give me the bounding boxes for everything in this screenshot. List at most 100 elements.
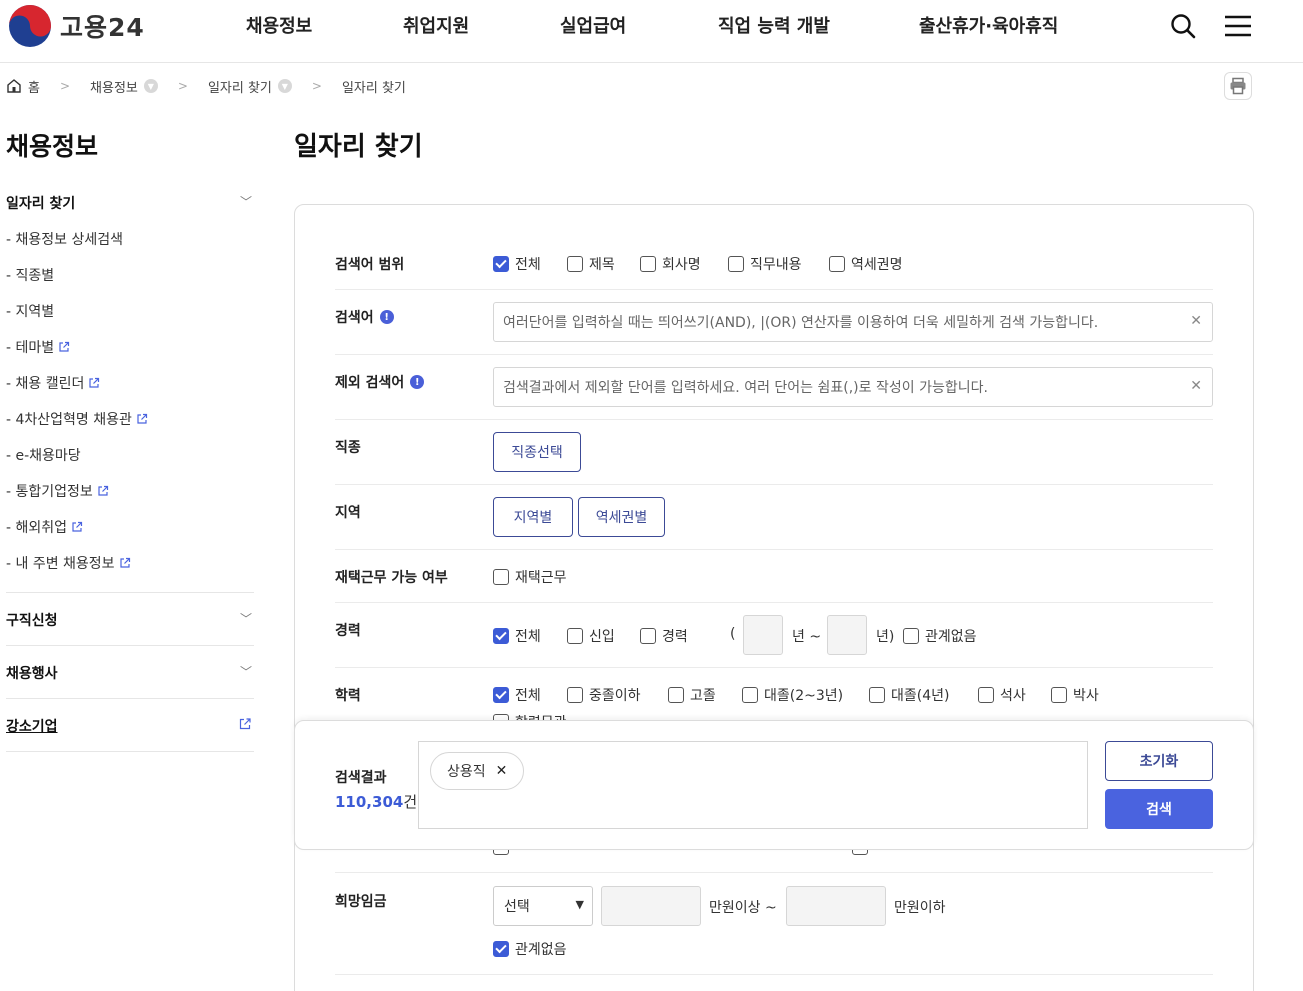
remote-work-checkbox[interactable]: 재택근무 <box>493 567 567 587</box>
checkbox-checked[interactable] <box>493 256 509 272</box>
checkbox[interactable] <box>567 628 583 644</box>
edu-university-checkbox[interactable]: 대졸(4년) <box>869 685 949 705</box>
career-any-checkbox[interactable]: 관계없음 <box>903 626 977 646</box>
filter-chip[interactable]: 상용직 ✕ <box>430 752 525 790</box>
nav-parental-leave[interactable]: 출산휴가·육아휴직 <box>919 12 1058 38</box>
salary-max-input[interactable] <box>786 886 886 926</box>
edu-college-checkbox[interactable]: 대졸(2~3년) <box>742 685 843 705</box>
search-button[interactable]: 검색 <box>1105 789 1213 829</box>
region-button[interactable]: 지역별 <box>493 497 573 537</box>
breadcrumb-home[interactable]: 홈 <box>6 77 40 96</box>
scope-all-checkbox[interactable]: 전체 <box>493 254 541 274</box>
salary-any-checkbox[interactable]: 관계없음 <box>493 939 567 959</box>
scope-station-checkbox[interactable]: 역세권명 <box>829 254 903 274</box>
checkbox[interactable] <box>567 256 583 272</box>
sidebar-section-find-jobs[interactable]: 일자리 찾기 ﹀ <box>6 193 254 213</box>
edu-high-checkbox[interactable]: 고졸 <box>668 685 716 705</box>
career-all-checkbox[interactable]: 전체 <box>493 626 541 646</box>
nav-unemployment-benefit[interactable]: 실업급여 <box>560 12 626 38</box>
checkbox-checked[interactable] <box>493 941 509 957</box>
search-icon[interactable] <box>1169 12 1197 40</box>
salary-min-input[interactable] <box>601 886 701 926</box>
checkbox[interactable] <box>567 687 583 703</box>
edu-middle-checkbox[interactable]: 중졸이하 <box>567 685 641 705</box>
print-button[interactable] <box>1224 72 1252 100</box>
career-year-from-input[interactable] <box>743 615 783 655</box>
sidebar-item-by-theme[interactable]: - 테마별 <box>6 337 70 357</box>
checkbox-label: 관계없음 <box>925 629 977 645</box>
scope-duty-checkbox[interactable]: 직무내용 <box>728 254 802 274</box>
checkbox[interactable] <box>978 687 994 703</box>
checkbox[interactable] <box>869 687 885 703</box>
info-icon[interactable]: ! <box>379 310 394 324</box>
divider <box>335 484 1213 485</box>
sidebar-item-company-info[interactable]: - 통합기업정보 <box>6 481 109 501</box>
breadcrumb-item-jobs[interactable]: 채용정보 ▼ <box>90 77 158 96</box>
checkbox[interactable] <box>668 687 684 703</box>
edu-all-checkbox[interactable]: 전체 <box>493 685 541 705</box>
breadcrumb-label: 일자리 찾기 <box>341 80 406 96</box>
exclude-keyword-input[interactable]: 검색결과에서 제외할 단어를 입력하세요. 여러 단어는 쉼표(,)로 작성이 … <box>493 367 1213 407</box>
career-new-checkbox[interactable]: 신입 <box>567 626 615 646</box>
clear-icon[interactable]: ✕ <box>1190 313 1202 329</box>
edu-any-checkbox-partial[interactable]: 학력무관 <box>493 712 613 720</box>
chevron-down-icon[interactable]: ▼ <box>143 79 158 93</box>
checkbox[interactable] <box>742 687 758 703</box>
scope-title-checkbox[interactable]: 제목 <box>567 254 615 274</box>
sidebar-item-nearby[interactable]: - 내 주변 채용정보 <box>6 553 131 573</box>
checkbox-checked[interactable] <box>493 687 509 703</box>
chevron-down-icon[interactable]: ▼ <box>277 79 292 93</box>
info-icon[interactable]: ! <box>410 375 425 389</box>
checkbox[interactable] <box>640 256 656 272</box>
nav-employment-support[interactable]: 취업지원 <box>403 12 469 38</box>
sidebar-item-by-occupation[interactable]: - 직종별 <box>6 265 54 285</box>
sidebar-item-detail-search[interactable]: - 채용정보 상세검색 <box>6 229 123 249</box>
sidebar-item-label: - 통합기업정보 <box>6 484 93 500</box>
sidebar-item-calendar[interactable]: - 채용 캘린더 <box>6 373 100 393</box>
checkbox[interactable] <box>493 569 509 585</box>
sidebar-section-strong-companies[interactable]: 강소기업 <box>6 716 254 736</box>
checkbox-label: 재택근무 <box>515 570 567 586</box>
checkbox[interactable] <box>829 256 845 272</box>
sidebar-item-label: - 테마별 <box>6 340 55 356</box>
clear-icon[interactable]: ✕ <box>1190 378 1202 394</box>
menu-icon[interactable] <box>1224 12 1252 40</box>
chevron-right-icon: > <box>59 79 71 93</box>
reset-button[interactable]: 초기화 <box>1105 741 1213 781</box>
region-label: 지역 <box>335 502 361 522</box>
sidebar-item-label: - e-채용마당 <box>6 448 81 464</box>
nav-skill-development[interactable]: 직업 능력 개발 <box>718 12 830 38</box>
select-occupation-button[interactable]: 직종선택 <box>493 432 581 472</box>
checkbox-label: 역세권명 <box>851 257 903 273</box>
sidebar-item-by-region[interactable]: - 지역별 <box>6 301 54 321</box>
edu-doctor-checkbox[interactable]: 박사 <box>1051 685 1099 705</box>
career-experienced-checkbox[interactable]: 경력 <box>640 626 688 646</box>
sidebar-section-label: 구직신청 <box>6 613 58 629</box>
keyword-placeholder: 여러단어를 입력하실 때는 띄어쓰기(AND), |(OR) 연산자를 이용하여… <box>503 315 1099 331</box>
divider <box>335 419 1213 420</box>
sidebar-item-e-recruit[interactable]: - e-채용마당 <box>6 445 81 465</box>
checkbox-label: 직무내용 <box>750 257 802 273</box>
checkbox-checked[interactable] <box>493 628 509 644</box>
checkbox[interactable] <box>640 628 656 644</box>
year-from-unit: 년 ~ <box>792 629 822 645</box>
breadcrumb-item-find-jobs[interactable]: 일자리 찾기 ▼ <box>208 77 292 96</box>
checkbox[interactable] <box>1051 687 1067 703</box>
keyword-input[interactable]: 여러단어를 입력하실 때는 띄어쓰기(AND), |(OR) 연산자를 이용하여… <box>493 302 1213 342</box>
page-title: 일자리 찾기 <box>294 132 423 162</box>
nav-jobs[interactable]: 채용정보 <box>246 12 312 38</box>
sidebar-section-recruit-events[interactable]: 채용행사 ﹀ <box>6 663 254 683</box>
close-icon[interactable]: ✕ <box>496 763 508 779</box>
checkbox-label: 박사 <box>1073 688 1099 704</box>
sidebar-item-overseas[interactable]: - 해외취업 <box>6 517 83 537</box>
salary-type-select[interactable]: 선택 ▼ <box>493 886 593 926</box>
station-area-button[interactable]: 역세권별 <box>578 497 665 537</box>
sidebar-item-4ir[interactable]: - 4차산업혁명 채용관 <box>6 409 148 429</box>
career-year-to-input[interactable] <box>827 615 867 655</box>
site-logo[interactable]: 고용24 <box>8 4 145 48</box>
sidebar-section-job-application[interactable]: 구직신청 ﹀ <box>6 610 254 630</box>
scope-company-checkbox[interactable]: 회사명 <box>640 254 701 274</box>
checkbox[interactable] <box>728 256 744 272</box>
checkbox[interactable] <box>903 628 919 644</box>
edu-master-checkbox[interactable]: 석사 <box>978 685 1026 705</box>
